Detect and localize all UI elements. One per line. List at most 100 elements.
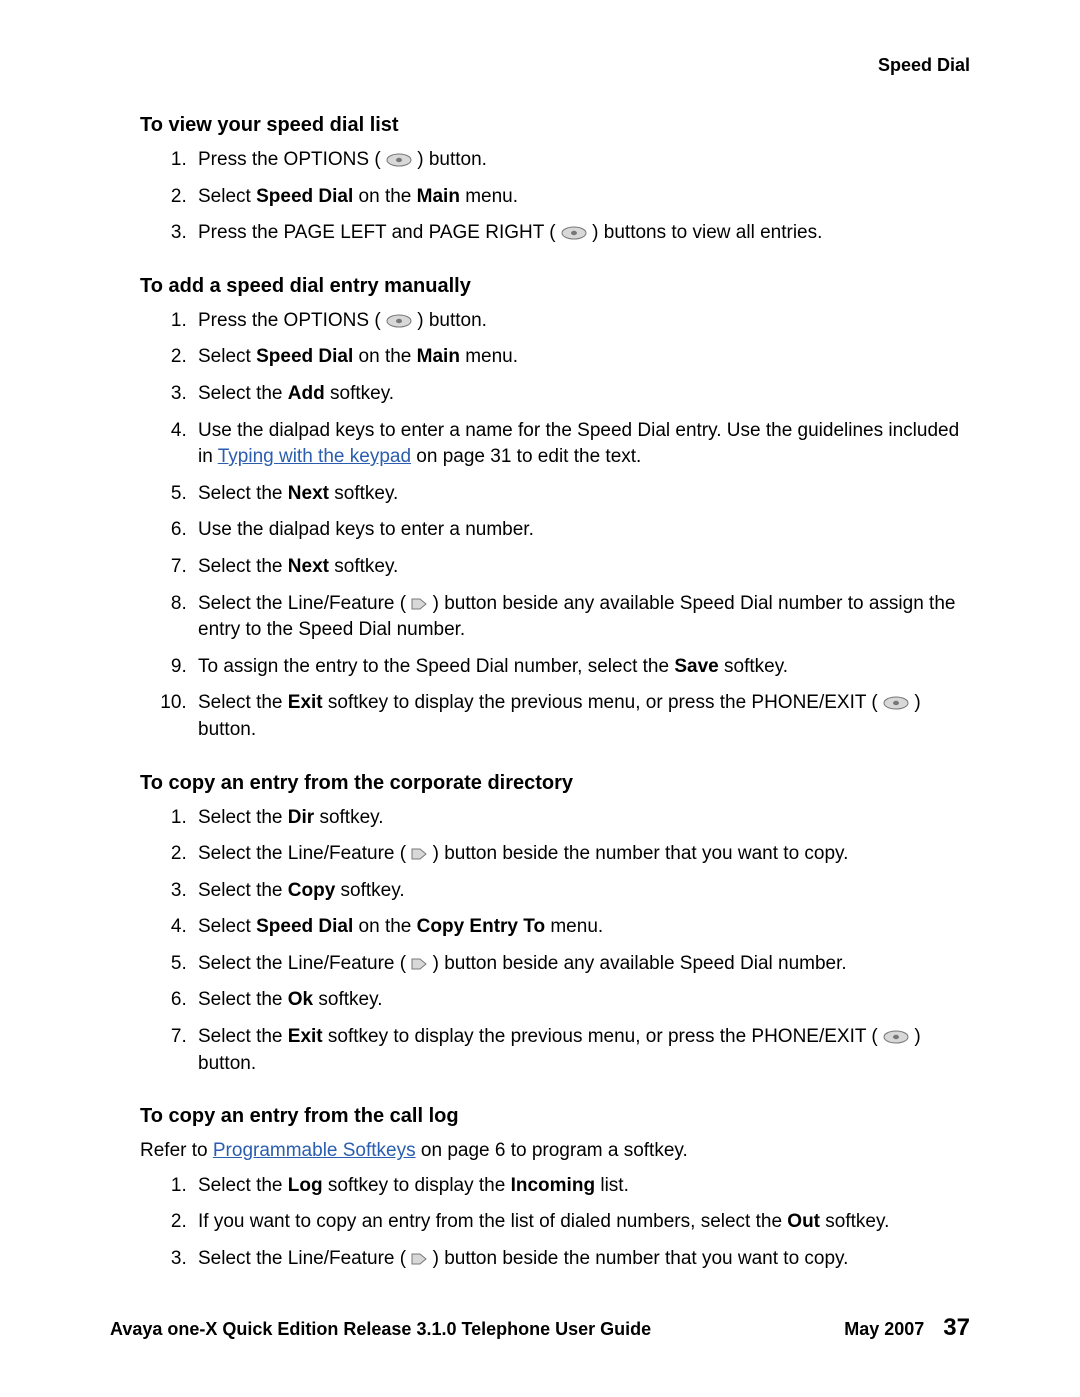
list-item: Select the Line/Feature ( ) button besid… bbox=[192, 1246, 970, 1273]
text: softkey. bbox=[325, 383, 394, 404]
list-item: Select the Line/Feature ( ) button besid… bbox=[192, 951, 970, 978]
text: softkey. bbox=[719, 656, 788, 677]
text: on page 6 to program a softkey. bbox=[416, 1140, 688, 1161]
text: Select the bbox=[198, 807, 288, 828]
phone-exit-pill-icon bbox=[883, 696, 909, 710]
options-pill-icon bbox=[386, 314, 412, 328]
bold: Dir bbox=[288, 807, 314, 828]
text: Select the Line/Feature ( bbox=[198, 593, 411, 614]
text: softkey. bbox=[329, 556, 398, 577]
list-item: Select the Line/Feature ( ) button besid… bbox=[192, 841, 970, 868]
text: ) button beside the number that you want… bbox=[433, 1248, 849, 1269]
text: softkey. bbox=[329, 483, 398, 504]
bold: Exit bbox=[288, 1026, 323, 1047]
text: Press the OPTIONS ( bbox=[198, 310, 386, 331]
text: ) button beside the number that you want… bbox=[433, 843, 849, 864]
text: menu. bbox=[545, 916, 603, 937]
list-item: Use the dialpad keys to enter a number. bbox=[192, 517, 970, 544]
bold: Ok bbox=[288, 989, 313, 1010]
bold: Speed Dial bbox=[256, 346, 353, 367]
text: Select the Line/Feature ( bbox=[198, 1248, 411, 1269]
steps-view-list: Press the OPTIONS ( ) button. Select Spe… bbox=[140, 147, 970, 247]
text: softkey. bbox=[820, 1211, 889, 1232]
text: Use the dialpad keys to enter a number. bbox=[198, 519, 534, 540]
bold: Save bbox=[674, 656, 718, 677]
list-item: Select the Dir softkey. bbox=[192, 805, 970, 832]
line-feature-icon bbox=[411, 847, 427, 861]
text: menu. bbox=[460, 346, 518, 367]
text: ) buttons to view all entries. bbox=[592, 222, 822, 243]
list-item: Select the Exit softkey to display the p… bbox=[192, 1024, 970, 1077]
list-item: Press the OPTIONS ( ) button. bbox=[192, 308, 970, 335]
text: on the bbox=[353, 346, 416, 367]
text: Select bbox=[198, 186, 256, 207]
steps-add-manually: Press the OPTIONS ( ) button. Select Spe… bbox=[140, 308, 970, 744]
section-heading-view-list: To view your speed dial list bbox=[140, 114, 970, 137]
text: Select the bbox=[198, 483, 288, 504]
bold: Incoming bbox=[511, 1175, 595, 1196]
list-item: Select the Exit softkey to display the p… bbox=[192, 690, 970, 743]
text: Refer to bbox=[140, 1140, 213, 1161]
text: Select the bbox=[198, 880, 288, 901]
text: softkey. bbox=[314, 807, 383, 828]
text: Select the bbox=[198, 1026, 288, 1047]
line-feature-icon bbox=[411, 597, 427, 611]
text: Select the bbox=[198, 556, 288, 577]
bold: Add bbox=[288, 383, 325, 404]
text: on the bbox=[353, 186, 416, 207]
section-heading-copy-call-log: To copy an entry from the call log bbox=[140, 1105, 970, 1128]
bold: Copy Entry To bbox=[417, 916, 545, 937]
intro-paragraph: Refer to Programmable Softkeys on page 6… bbox=[140, 1138, 970, 1165]
page-pill-icon bbox=[561, 226, 587, 240]
text: ) button. bbox=[417, 310, 487, 331]
text: Select the bbox=[198, 692, 288, 713]
phone-exit-pill-icon bbox=[883, 1030, 909, 1044]
list-item: Select the Next softkey. bbox=[192, 554, 970, 581]
bold: Copy bbox=[288, 880, 336, 901]
text: Select bbox=[198, 346, 256, 367]
link-typing-keypad[interactable]: Typing with the keypad bbox=[218, 446, 411, 467]
link-programmable-softkeys[interactable]: Programmable Softkeys bbox=[213, 1140, 416, 1161]
bold: Next bbox=[288, 556, 329, 577]
line-feature-icon bbox=[411, 957, 427, 971]
list-item: Select Speed Dial on the Main menu. bbox=[192, 344, 970, 371]
text: Select the bbox=[198, 383, 288, 404]
list-item: Select Speed Dial on the Copy Entry To m… bbox=[192, 914, 970, 941]
text: menu. bbox=[460, 186, 518, 207]
list-item: Use the dialpad keys to enter a name for… bbox=[192, 418, 970, 471]
text: Select the bbox=[198, 1175, 288, 1196]
options-pill-icon bbox=[386, 153, 412, 167]
bold: Log bbox=[288, 1175, 323, 1196]
footer-doc-title: Avaya one-X Quick Edition Release 3.1.0 … bbox=[110, 1319, 651, 1340]
list-item: Select the Copy softkey. bbox=[192, 878, 970, 905]
list-item: Select the Ok softkey. bbox=[192, 987, 970, 1014]
text: Press the OPTIONS ( bbox=[198, 149, 386, 170]
bold: Exit bbox=[288, 692, 323, 713]
footer-page-number: 37 bbox=[943, 1314, 970, 1341]
page-footer: Avaya one-X Quick Edition Release 3.1.0 … bbox=[110, 1314, 970, 1342]
bold: Out bbox=[787, 1211, 820, 1232]
text: Select the Line/Feature ( bbox=[198, 953, 411, 974]
text: Select bbox=[198, 916, 256, 937]
list-item: Press the OPTIONS ( ) button. bbox=[192, 147, 970, 174]
text: ) button beside any available Speed Dial… bbox=[433, 953, 847, 974]
list-item: Select the Next softkey. bbox=[192, 481, 970, 508]
footer-right: May 2007 37 bbox=[844, 1314, 970, 1342]
text: softkey to display the previous menu, or… bbox=[323, 692, 883, 713]
line-feature-icon bbox=[411, 1252, 427, 1266]
list-item: Select the Add softkey. bbox=[192, 381, 970, 408]
text: Select the Line/Feature ( bbox=[198, 843, 411, 864]
text: softkey. bbox=[313, 989, 382, 1010]
text: Press the PAGE LEFT and PAGE RIGHT ( bbox=[198, 222, 561, 243]
bold: Main bbox=[417, 346, 460, 367]
section-heading-copy-corporate: To copy an entry from the corporate dire… bbox=[140, 772, 970, 795]
steps-copy-call-log: Select the Log softkey to display the In… bbox=[140, 1173, 970, 1273]
list-item: To assign the entry to the Speed Dial nu… bbox=[192, 654, 970, 681]
text: list. bbox=[595, 1175, 629, 1196]
text: ) button. bbox=[417, 149, 487, 170]
header-section-label: Speed Dial bbox=[140, 55, 970, 76]
bold: Next bbox=[288, 483, 329, 504]
list-item: Select the Log softkey to display the In… bbox=[192, 1173, 970, 1200]
text: softkey to display the bbox=[323, 1175, 511, 1196]
text: on page 31 to edit the text. bbox=[411, 446, 641, 467]
